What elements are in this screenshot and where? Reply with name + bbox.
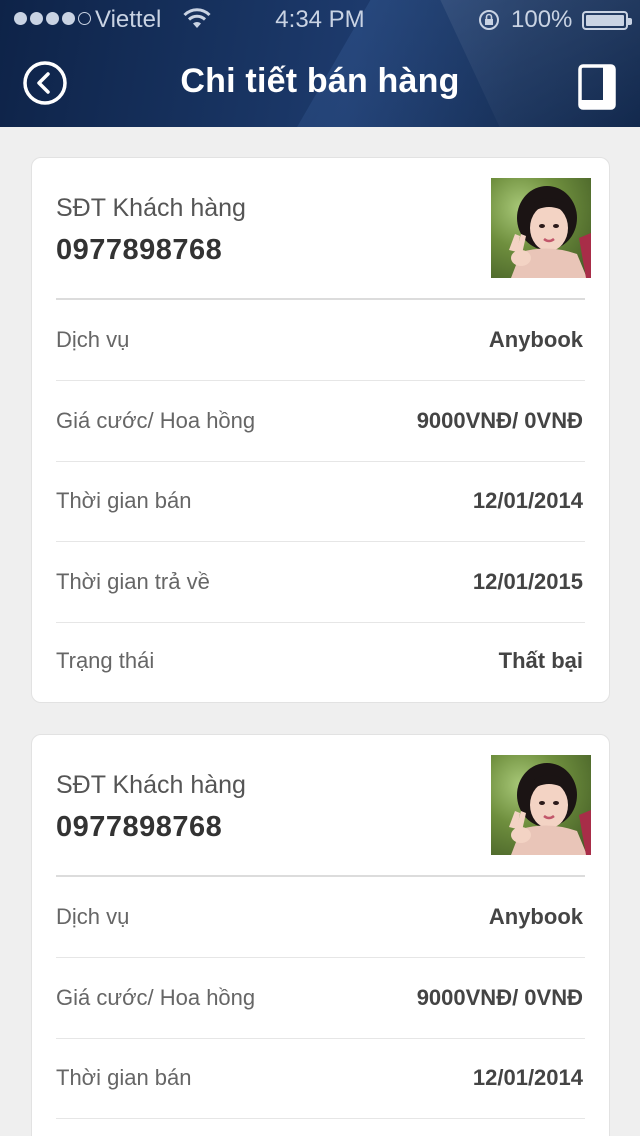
detail-row-sale-time: Thời gian bán 12/01/2014 [56, 461, 585, 542]
page-title: Chi tiết bán hàng [180, 62, 460, 100]
battery-icon [582, 11, 632, 30]
rotation-lock-icon [479, 10, 499, 30]
customer-avatar [491, 178, 591, 278]
row-value: Anybook [488, 904, 583, 929]
customer-avatar [491, 755, 591, 855]
row-label: Giá cước/ Hoa hồng [56, 985, 256, 1010]
row-label: Giá cước/ Hoa hồng [56, 408, 256, 433]
detail-row-service: Dịch vụ Anybook [56, 300, 585, 381]
sale-detail-card: SĐT Khách hàng 0977898768 Dịch vụ Anyboo… [31, 157, 610, 703]
detail-row-service: Dịch vụ Anybook [56, 877, 585, 958]
detail-row-price-commission: Giá cước/ Hoa hồng 9000VNĐ/ 0VNĐ [56, 381, 585, 462]
row-value: 12/01/2014 [472, 1065, 583, 1090]
row-value: Anybook [488, 327, 583, 352]
status-value: Thất bại [498, 648, 583, 673]
row-label: Dịch vụ [56, 904, 130, 929]
row-label: Dịch vụ [56, 327, 130, 352]
row-label: Thời gian bán [56, 488, 192, 513]
customer-phone-value: 0977898768 [56, 234, 223, 266]
detail-row-status: Trạng thái Thất bại [56, 621, 583, 702]
customer-phone-value: 0977898768 [56, 811, 223, 843]
detail-row-price-commission: Giá cước/ Hoa hồng 9000VNĐ/ 0VNĐ [56, 958, 585, 1039]
battery-percent: 100% [511, 6, 573, 33]
row-label: Trạng thái [56, 648, 155, 673]
status-bar: Viettel 4:34 PM 100% [0, 0, 640, 40]
app-header: Viettel 4:34 PM 100% Chi tiết bán hàng [0, 0, 640, 127]
detail-row-return-time: Thời gian trả về 12/01/2015 [56, 542, 585, 623]
row-value: 9000VNĐ/ 0VNĐ [416, 408, 583, 433]
row-value: 12/01/2015 [472, 569, 583, 594]
customer-phone-label: SĐT Khách hàng [56, 194, 246, 222]
row-value: 12/01/2014 [472, 488, 583, 513]
app-root: Viettel 4:34 PM 100% Chi tiết bán hàng S… [0, 0, 640, 1136]
sale-detail-card: SĐT Khách hàng 0977898768 Dịch vụ Anyboo… [31, 734, 610, 1136]
book-icon[interactable] [578, 64, 616, 110]
customer-phone-label: SĐT Khách hàng [56, 771, 246, 799]
row-label: Thời gian trả về [56, 569, 210, 594]
detail-row-sale-time: Thời gian bán 12/01/2014 [56, 1038, 585, 1119]
row-value: 9000VNĐ/ 0VNĐ [416, 985, 583, 1010]
row-label: Thời gian bán [56, 1065, 192, 1090]
